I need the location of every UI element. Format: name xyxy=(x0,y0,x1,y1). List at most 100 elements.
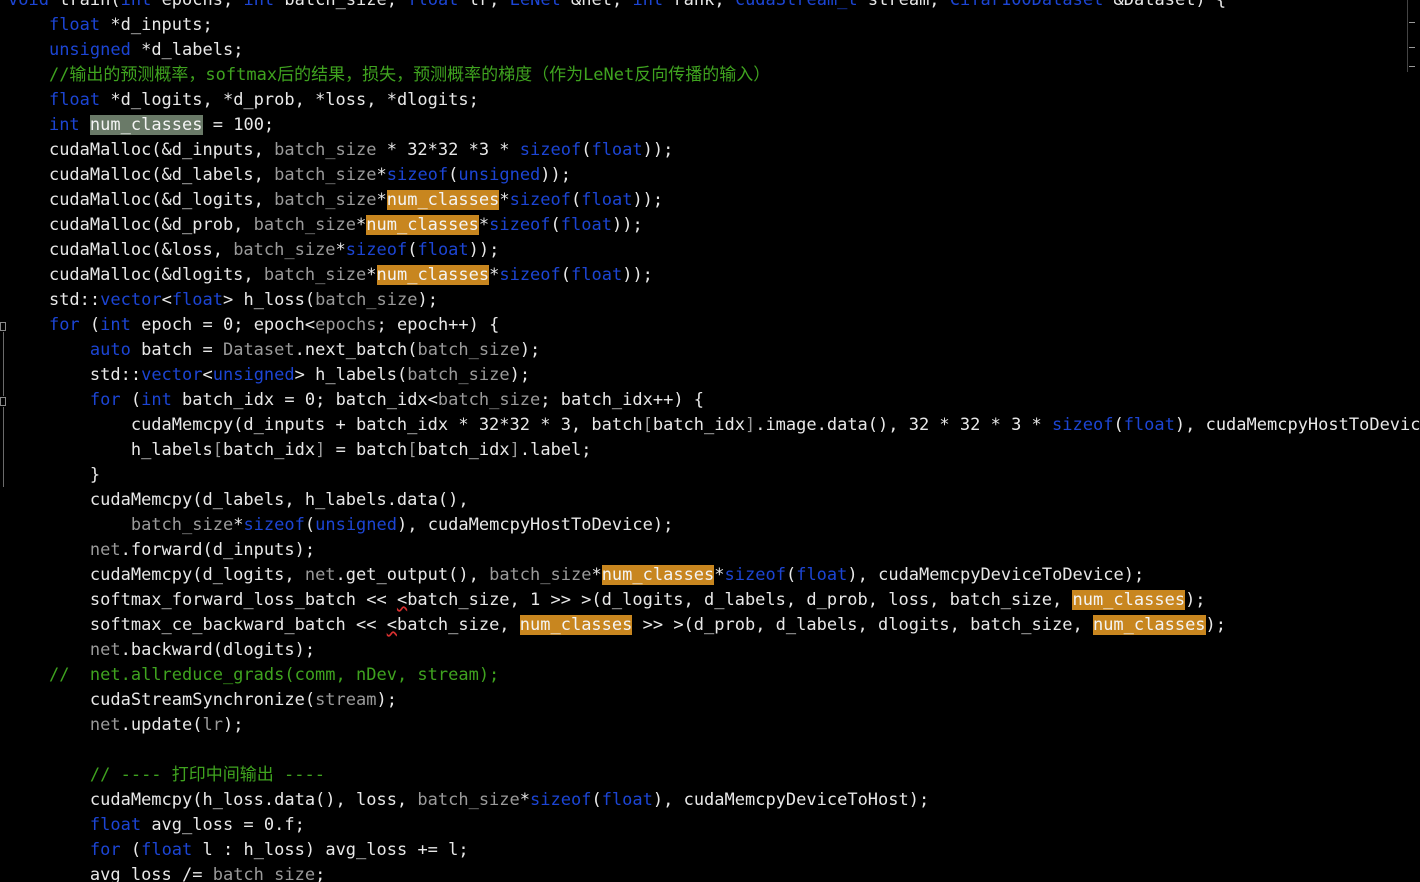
identifier-token: batch_size xyxy=(253,215,357,235)
code-line[interactable]: cudaMalloc(&loss, batch_size*sizeof(floa… xyxy=(8,238,1418,263)
code-line[interactable]: cudaMalloc(&d_inputs, batch_size * 32*32… xyxy=(8,138,1418,163)
code-line[interactable]: float *d_logits, *d_prob, *loss, *dlogit… xyxy=(8,88,1418,113)
identifier-token: [ xyxy=(407,440,418,460)
code-token: )); xyxy=(642,140,674,160)
code-token: batch_size, xyxy=(274,0,408,10)
code-token: ( xyxy=(785,565,797,585)
code-line[interactable]: net.forward(d_inputs); xyxy=(8,538,1418,563)
code-line[interactable]: std::vector<unsigned> h_labels(batch_siz… xyxy=(8,363,1418,388)
code-line[interactable]: for (float l : h_loss) avg_loss += l; xyxy=(8,838,1418,863)
code-token: cudaMalloc(&d_labels, xyxy=(48,165,275,185)
code-token: * xyxy=(714,565,725,585)
code-token: *d_labels; xyxy=(130,40,244,60)
code-line[interactable]: } xyxy=(8,463,1418,488)
identifier-token: batch_size xyxy=(489,565,592,585)
code-editor[interactable]: void train(int epochs, int batch_size, f… xyxy=(0,0,1420,882)
keyword-token: sizeof xyxy=(499,265,561,285)
code-line[interactable]: for (int batch_idx = 0; batch_idx<batch_… xyxy=(8,388,1418,413)
keyword-token: float xyxy=(581,190,633,210)
code-token: ), cudaMemcpyHostToDevice); xyxy=(397,515,674,535)
code-line[interactable]: net.backward(dlogits); xyxy=(8,638,1418,663)
code-line[interactable]: auto batch = Dataset.next_batch(batch_si… xyxy=(8,338,1418,363)
code-line[interactable]: avg_loss /= batch_size; xyxy=(8,863,1418,882)
keyword-token: sizeof xyxy=(386,165,449,185)
code-line[interactable]: batch_size*sizeof(unsigned), cudaMemcpyH… xyxy=(8,513,1418,538)
identifier-token: lr xyxy=(202,715,223,735)
code-line[interactable]: cudaMalloc(&dlogits, batch_size*num_clas… xyxy=(8,263,1418,288)
identifier-token: net xyxy=(89,640,121,660)
code-line[interactable]: // ---- 打印中间输出 ---- xyxy=(8,763,1418,788)
code-token: ( xyxy=(407,240,418,260)
highlighted-occurrence: num_classes xyxy=(1072,590,1186,610)
code-token: ( xyxy=(448,165,459,185)
keyword-token: float xyxy=(591,140,643,160)
keyword-token: for xyxy=(89,840,121,860)
code-token: = batch xyxy=(325,440,408,460)
keyword-token: float xyxy=(171,290,223,310)
code-line[interactable]: // net.allreduce_grads(comm, nDev, strea… xyxy=(8,663,1418,688)
code-line[interactable]: cudaMalloc(&d_labels, batch_size*sizeof(… xyxy=(8,163,1418,188)
code-token: < xyxy=(202,365,213,385)
code-line[interactable]: float avg_loss = 0.f; xyxy=(8,813,1418,838)
code-token: ), cudaMemcpyHostToDevice); xyxy=(1174,415,1420,435)
code-line[interactable]: std::vector<float> h_loss(batch_size); xyxy=(8,288,1418,313)
code-token: .image.data(), 32 * 32 * 3 * xyxy=(755,415,1053,435)
code-line[interactable]: int num_classes = 100; xyxy=(8,113,1418,138)
keyword-token: float xyxy=(796,565,848,585)
keyword-token: sizeof xyxy=(243,515,305,535)
code-line[interactable]: //输出的预测概率，softmax后的结果，损失，预测概率的梯度（作为LeNet… xyxy=(8,63,1418,88)
code-line[interactable]: cudaMemcpy(h_loss.data(), loss, batch_si… xyxy=(8,788,1418,813)
code-line[interactable]: cudaMemcpy(d_labels, h_labels.data(), xyxy=(8,488,1418,513)
code-line[interactable]: softmax_forward_loss_batch << <batch_siz… xyxy=(8,588,1418,613)
code-line[interactable] xyxy=(8,738,1418,763)
highlighted-occurrence: num_classes xyxy=(386,190,500,210)
highlighted-occurrence: num_classes xyxy=(366,215,479,235)
keyword-token: int xyxy=(120,0,152,10)
fold-toggle-icon[interactable] xyxy=(0,397,6,406)
identifier-token: batch_size xyxy=(407,365,510,385)
highlighted-occurrence: num_classes xyxy=(601,565,715,585)
code-token: epoch = 0; epoch< xyxy=(130,315,316,335)
code-line[interactable]: float *d_inputs; xyxy=(8,13,1418,38)
code-area[interactable]: void train(int epochs, int batch_size, f… xyxy=(8,0,1420,882)
code-token: cudaMemcpy(h_loss.data(), loss, xyxy=(89,790,418,810)
identifier-token: batch_size xyxy=(233,240,336,260)
keyword-token: int xyxy=(48,115,80,135)
code-token: * xyxy=(478,215,490,235)
code-token: .next_batch( xyxy=(294,340,418,360)
code-token: * xyxy=(519,790,531,810)
code-token: cudaMemcpy(d_inputs + batch_idx * 32*32 … xyxy=(130,415,643,435)
code-line[interactable]: cudaMemcpy(d_inputs + batch_idx * 32*32 … xyxy=(8,413,1420,438)
fold-toggle-icon[interactable] xyxy=(0,322,6,331)
keyword-token: int xyxy=(243,0,275,10)
code-token: epochs, xyxy=(151,0,244,10)
code-token: softmax_ce_backward_batch << xyxy=(89,615,387,635)
keyword-token: float xyxy=(48,15,101,35)
code-line[interactable]: cudaStreamSynchronize(stream); xyxy=(8,688,1418,713)
overview-ruler[interactable] xyxy=(1407,0,1418,72)
code-line[interactable]: void train(int epochs, int batch_size, f… xyxy=(8,0,1418,13)
code-token: cudaMalloc(&d_prob, xyxy=(48,215,254,235)
code-line[interactable]: for (int epoch = 0; epoch<epochs; epoch+… xyxy=(8,313,1418,338)
code-line[interactable]: softmax_ce_backward_batch << <batch_size… xyxy=(8,613,1418,638)
code-line[interactable]: cudaMalloc(&d_prob, batch_size *num_class… xyxy=(8,213,1418,238)
code-token: &net, xyxy=(560,0,633,10)
code-line[interactable]: h_labels[batch_idx] = batch[batch_idx].l… xyxy=(8,438,1418,463)
identifier-token: ] xyxy=(744,415,756,435)
code-token: rank, xyxy=(663,0,735,10)
keyword-token: unsigned xyxy=(48,40,131,60)
code-line[interactable]: cudaMalloc(&d_logits, batch_size*num_cla… xyxy=(8,188,1418,213)
code-line[interactable]: unsigned *d_labels; xyxy=(8,38,1418,63)
code-line[interactable]: cudaMemcpy(d_logits, net.get_output(), b… xyxy=(8,563,1418,588)
keyword-token: unsigned xyxy=(458,165,541,185)
code-token: .get_output(), xyxy=(335,565,490,585)
code-token: * xyxy=(489,265,500,285)
code-line[interactable]: net.update(lr); xyxy=(8,713,1418,738)
